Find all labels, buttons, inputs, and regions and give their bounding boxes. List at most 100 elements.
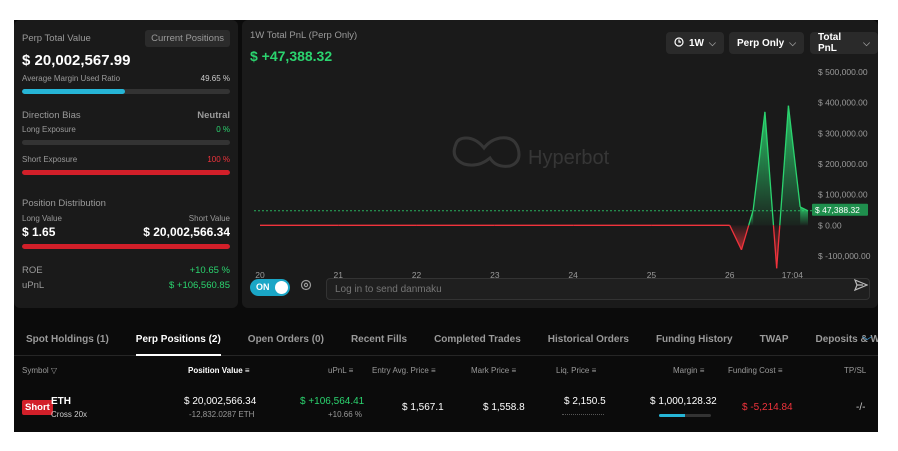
tab-spot-holdings[interactable]: Spot Holdings (1) <box>26 324 109 356</box>
current-positions-button[interactable]: Current Positions <box>145 30 230 47</box>
upnl-cell: $ +106,564.41 <box>300 396 365 407</box>
tab-historical-orders[interactable]: Historical Orders <box>548 324 629 356</box>
period-select-value: 1W <box>689 37 704 49</box>
mark-price: $ 1,558.8 <box>483 402 525 413</box>
pnl-chart-panel: Hyperbot $ 500,000.00 $ 400,000.00 $ 300,0… <box>242 20 878 308</box>
toggle-knob <box>275 280 288 294</box>
clock-icon <box>674 36 684 50</box>
y-tick-label: $ 200,000.00 <box>818 159 868 169</box>
scope-select-value: Perp Only <box>737 37 785 49</box>
col-upnl[interactable]: uPnL ≡ <box>328 366 353 375</box>
metric-select[interactable]: Total PnL ⌵ <box>810 32 878 54</box>
long-value: $ 1.65 <box>22 225 56 239</box>
hyperbot-watermark: Hyperbot <box>452 136 610 169</box>
upnl-value: $ +106,560.85 <box>168 280 230 291</box>
chart-layer: $ 500,000.00 $ 400,000.00 $ 300,000.00 $ 20… <box>254 67 871 280</box>
settings-icon[interactable] <box>300 278 312 296</box>
coin-symbol[interactable]: ETH <box>51 396 71 407</box>
roe-label: ROE <box>22 265 43 276</box>
col-liq-price[interactable]: Liq. Price ≡ <box>556 366 596 375</box>
chevron-down-icon: ⌵ <box>863 37 870 48</box>
danmaku-toggle[interactable]: ON <box>250 278 290 296</box>
short-exposure-bar-fill <box>22 170 230 175</box>
margin: $ 1,000,128.32 <box>650 396 717 407</box>
y-tick-label: $ 100,000.00 <box>818 190 868 200</box>
chevron-down-icon: ⌵ <box>789 37 797 48</box>
chevron-down-icon[interactable]: ﹀ <box>862 333 872 348</box>
avg-margin-value: 49.65 % <box>200 74 230 83</box>
sort-icon: ≡ <box>777 366 783 375</box>
col-funding-cost[interactable]: Funding Cost ≡ <box>728 366 783 375</box>
tpsl-value[interactable]: -/- <box>856 402 865 413</box>
chart-pnl-value: $ +47,388.32 <box>250 48 333 64</box>
tab-recent-fills[interactable]: Recent Fills <box>351 324 407 356</box>
chart-title: 1W Total PnL (Perp Only) <box>250 30 358 41</box>
danmaku-controls: ON <box>250 278 312 296</box>
upnl-pct: +10.66 % <box>328 410 363 419</box>
long-exposure-value: 0 % <box>216 125 230 134</box>
filter-icon: ▽ <box>50 366 58 375</box>
liq-price-dots <box>562 414 604 415</box>
avg-margin-bar-fill <box>22 89 126 94</box>
tab-open-orders[interactable]: Open Orders (0) <box>248 324 324 356</box>
current-value-label: $ 47,388.32 <box>815 205 860 215</box>
tab-completed-trades[interactable]: Completed Trades <box>434 324 521 356</box>
position-distribution-bar <box>22 244 230 249</box>
danmaku-toggle-label: ON <box>256 281 270 292</box>
sort-icon: ≡ <box>699 366 705 375</box>
y-tick-label: $ 500,000.00 <box>818 67 868 77</box>
position-value: $ 20,002,566.34 <box>184 396 257 407</box>
avg-margin-label: Average Margin Used Ratio <box>22 74 121 83</box>
positions-tabs: Spot Holdings (1) Perp Positions (2) Ope… <box>14 324 878 356</box>
long-exposure-label: Long Exposure <box>22 125 76 134</box>
short-value-label: Short Value <box>188 214 230 223</box>
scope-select[interactable]: Perp Only ⌵ <box>729 32 805 54</box>
margin-bar <box>659 414 711 417</box>
col-mark-price[interactable]: Mark Price ≡ <box>471 366 516 375</box>
long-value-label: Long Value <box>22 214 62 223</box>
pnl-chart[interactable]: Hyperbot $ 500,000.00 $ 400,000.00 $ 300,0… <box>242 20 878 308</box>
tab-twap[interactable]: TWAP <box>760 324 789 356</box>
col-entry-price[interactable]: Entry Avg. Price ≡ <box>372 366 436 375</box>
short-exposure-bar <box>22 170 230 175</box>
col-symbol[interactable]: Symbol ▽ <box>22 366 57 375</box>
direction-bias-label: Direction Bias <box>22 110 81 121</box>
side-badge: Short <box>22 400 53 415</box>
hyperbot-logo-icon <box>452 136 521 168</box>
chevron-down-icon: ⌵ <box>709 37 716 48</box>
watermark-text: Hyperbot <box>528 147 610 169</box>
position-distribution-label: Position Distribution <box>22 198 106 209</box>
short-value: $ 20,002,566.34 <box>143 225 230 239</box>
tab-perp-positions[interactable]: Perp Positions (2) <box>135 324 221 356</box>
positions-table-header: Symbol ▽ Position Value ≡ uPnL ≡ Entry A… <box>14 360 878 382</box>
sort-icon: ≡ <box>244 366 250 375</box>
app-root: Perp Total Value Current Positions $ 20,… <box>14 20 878 432</box>
upnl-label: uPnL <box>22 280 45 291</box>
summary-panel: Perp Total Value Current Positions $ 20,… <box>14 20 238 308</box>
send-icon[interactable] <box>853 278 869 297</box>
danmaku-input[interactable] <box>326 278 870 300</box>
y-tick-label: $ 400,000.00 <box>818 98 868 108</box>
short-exposure-label: Short Exposure <box>22 155 78 164</box>
direction-bias-value: Neutral <box>197 110 230 121</box>
col-position-value[interactable]: Position Value ≡ <box>188 366 250 375</box>
y-tick-label: $ 0.00 <box>818 220 842 230</box>
tab-funding-history[interactable]: Funding History <box>656 324 733 356</box>
liq-price: $ 2,150.5 <box>564 396 606 407</box>
y-tick-label: $ -100,000.00 <box>818 251 871 261</box>
y-tick-label: $ 300,000.00 <box>818 128 868 138</box>
metric-select-value: Total PnL <box>818 32 842 54</box>
position-size: -12,832.0287 ETH <box>189 410 255 419</box>
sort-icon: ≡ <box>511 366 517 375</box>
sort-icon: ≡ <box>348 366 354 375</box>
table-row[interactable]: Short ETH Cross 20x $ 20,002,566.34 -12,… <box>14 388 878 428</box>
long-exposure-bar <box>22 140 230 145</box>
avg-margin-bar <box>22 89 230 94</box>
col-margin[interactable]: Margin ≡ <box>673 366 704 375</box>
sort-icon: ≡ <box>431 366 436 375</box>
roe-value: +10.65 % <box>189 265 230 276</box>
entry-price: $ 1,567.1 <box>402 402 444 413</box>
period-select[interactable]: 1W ⌵ <box>666 32 724 54</box>
perp-total-value-label: Perp Total Value <box>22 33 91 44</box>
funding-cost: $ -5,214.84 <box>742 402 793 413</box>
